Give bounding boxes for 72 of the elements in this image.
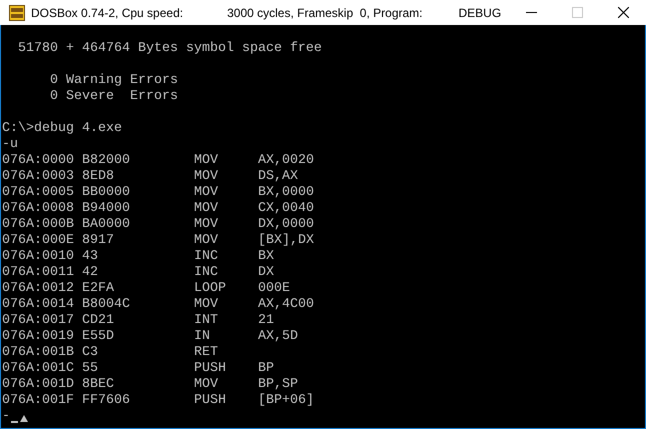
command-prompt: - [2, 409, 10, 425]
console-text: 0 Warning Errors [50, 73, 178, 89]
address-text: 076A:0010 [2, 249, 74, 264]
machine-code-text: E2FA [82, 281, 114, 296]
window-title: 3000 cycles, Frameskip 0, Program: [227, 6, 422, 20]
machine-code-text: 43 [82, 249, 98, 264]
machine-code-text: C3 [82, 345, 98, 360]
address-text: 076A:0003 [2, 169, 74, 184]
address-text: 076A:0017 [2, 313, 74, 328]
address-text: 076A:001D [2, 377, 74, 392]
operand-text: BX [258, 249, 274, 265]
operand-text: 000E [258, 281, 290, 297]
address-text: 076A:0008 [2, 201, 74, 216]
machine-code-text: B82000 [82, 153, 130, 168]
operand-text: [BX],DX [258, 233, 314, 249]
operand-text: [BP+06] [258, 393, 314, 409]
command-line: C:\>debug 4.exe [2, 121, 122, 137]
operand-text: DX,0000 [258, 217, 314, 233]
mnemonic-text: INT [194, 313, 218, 328]
machine-code-text: 8ED8 [82, 169, 114, 184]
mnemonic-text: RET [194, 345, 218, 360]
address-text: 076A:001F [2, 393, 74, 408]
machine-code-text: CD21 [82, 313, 114, 328]
machine-code-text: B94000 [82, 201, 130, 216]
mnemonic-text: INC [194, 265, 218, 280]
address-text: 076A:001C [2, 361, 74, 376]
mnemonic-text: MOV [194, 185, 218, 200]
address-text: 076A:000B [2, 217, 74, 232]
machine-code-text: 55 [82, 361, 98, 376]
console-text: 0 Severe Errors [50, 89, 178, 105]
operand-text: DS,AX [258, 169, 298, 185]
address-text: 076A:0012 [2, 281, 74, 296]
operand-text: BP [258, 361, 274, 377]
console-text: 51780 + 464764 Bytes symbol space free [18, 41, 322, 57]
operand-text: BP,SP [258, 377, 298, 393]
mnemonic-text: INC [194, 249, 218, 264]
operand-text: DX [258, 265, 274, 281]
operand-text: AX,4C00 [258, 297, 314, 313]
machine-code-text: E55D [82, 329, 114, 344]
operand-text: AX,5D [258, 329, 298, 345]
address-text: 076A:0000 [2, 153, 74, 168]
mnemonic-text: MOV [194, 377, 218, 392]
machine-code-text: BB0000 [82, 185, 130, 200]
mnemonic-text: MOV [194, 233, 218, 248]
mnemonic-text: PUSH [194, 393, 226, 408]
machine-code-text: 42 [82, 265, 98, 280]
address-text: 076A:0019 [2, 329, 74, 344]
machine-code-text: 8BEC [82, 377, 114, 392]
window-title: DOSBox 0.74-2, Cpu speed: [31, 6, 184, 20]
operand-text: CX,0040 [258, 201, 314, 217]
address-text: 076A:001B [2, 345, 74, 360]
operand-text: AX,0020 [258, 153, 314, 169]
mnemonic-text: PUSH [194, 361, 226, 376]
address-text: 076A:000E [2, 233, 74, 248]
mnemonic-text: MOV [194, 201, 218, 216]
command-line: -u [2, 137, 18, 153]
mnemonic-text: IN [194, 329, 210, 344]
mnemonic-text: MOV [194, 169, 218, 184]
machine-code-text: B8004C [82, 297, 130, 312]
machine-code-text: FF7606 [82, 393, 130, 408]
mnemonic-text: MOV [194, 153, 218, 168]
operand-text: 21 [258, 313, 274, 329]
mnemonic-text: LOOP [194, 281, 226, 296]
window-title: DEBUG [458, 6, 502, 20]
address-text: 076A:0014 [2, 297, 74, 312]
machine-code-text: 8917 [82, 233, 114, 248]
address-text: 076A:0005 [2, 185, 74, 200]
mnemonic-text: MOV [194, 297, 218, 312]
mnemonic-text: MOV [194, 217, 218, 232]
operand-text: BX,0000 [258, 185, 314, 201]
machine-code-text: BA0000 [82, 217, 130, 232]
address-text: 076A:0011 [2, 265, 74, 280]
